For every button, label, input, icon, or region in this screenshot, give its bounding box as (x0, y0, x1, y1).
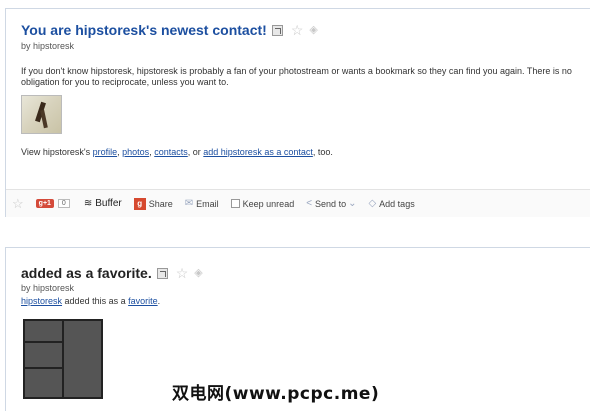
photo-thumbnail[interactable] (21, 95, 62, 134)
photo-collage-thumbnail[interactable] (23, 319, 103, 399)
author-line: by hipstoresk (21, 283, 75, 293)
feed-item-new-contact: You are hipstoresk's newest contact! ☆ ◈… (5, 8, 590, 217)
tag-icon: ◇ (368, 198, 377, 209)
layers-icon[interactable]: ◈ (194, 267, 202, 279)
photos-link[interactable]: photos (122, 147, 149, 157)
star-icon[interactable]: ☆ (176, 266, 189, 280)
author-line: by hipstoresk (21, 41, 75, 51)
external-link-icon[interactable] (156, 267, 168, 279)
item-title-row: added as a favorite. ☆ ◈ (21, 265, 203, 281)
contacts-link[interactable]: contacts (154, 147, 188, 157)
watermark-text: 双电网(www.pcpc.me) (172, 384, 380, 404)
star-icon[interactable]: ☆ (291, 23, 304, 37)
google-plus-icon: g+1 (35, 199, 54, 208)
item-title[interactable]: added as a favorite. (21, 265, 152, 281)
google-plus-button[interactable]: g+1 0 (35, 199, 70, 208)
layers-icon[interactable]: ◈ (309, 24, 317, 36)
item-description: If you don't know hipstoresk, hipstoresk… (21, 66, 572, 87)
item-title-row: You are hipstoresk's newest contact! ☆ ◈ (21, 22, 318, 38)
favorite-link[interactable]: favorite (128, 296, 158, 306)
buffer-icon: ≋ (83, 198, 93, 209)
profile-link[interactable]: profile (93, 147, 118, 157)
favorite-line: hipstoresk added this as a favorite. (21, 296, 161, 306)
send-icon: < (306, 198, 313, 209)
share-button[interactable]: g Share (133, 197, 173, 210)
google-share-icon: g (133, 197, 146, 210)
add-contact-link[interactable]: add hipstoresk as a contact (203, 147, 313, 157)
item-action-bar: ☆ g+1 0 ≋ Buffer g Share ✉ Email Keep un… (6, 189, 590, 217)
external-link-icon[interactable] (271, 24, 283, 36)
star-icon[interactable]: ☆ (12, 196, 24, 212)
user-link[interactable]: hipstoresk (21, 296, 62, 306)
chevron-down-icon: ⌄ (348, 198, 357, 209)
google-plus-count: 0 (57, 199, 70, 208)
view-links-line: View hipstoresk's profile, photos, conta… (21, 147, 333, 157)
email-button[interactable]: ✉ Email (185, 198, 219, 209)
send-to-dropdown[interactable]: < Send to ⌄ (306, 198, 356, 209)
item-title-link[interactable]: You are hipstoresk's newest contact! (21, 22, 267, 38)
add-tags-button[interactable]: ◇ Add tags (368, 198, 414, 209)
buffer-button[interactable]: ≋ Buffer (84, 198, 122, 209)
keep-unread-button[interactable]: Keep unread (230, 199, 294, 209)
checkbox-icon (230, 199, 240, 208)
email-icon: ✉ (184, 198, 194, 209)
